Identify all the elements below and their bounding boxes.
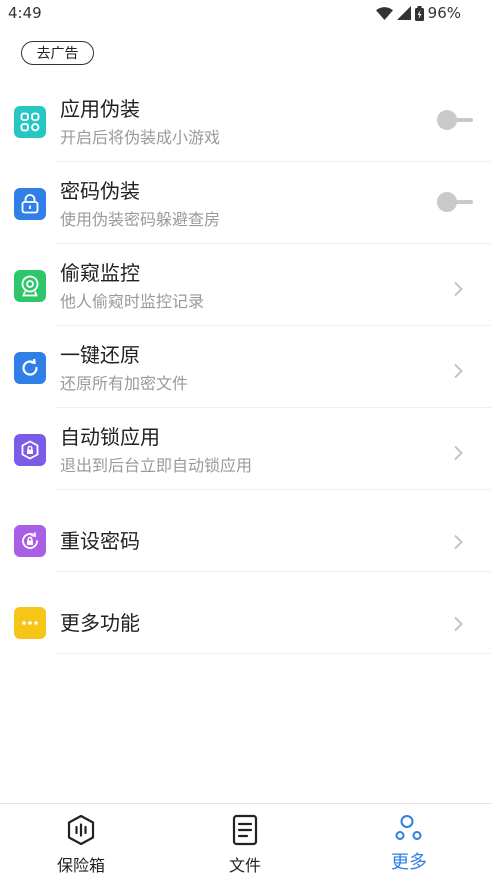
menu-item-peek-monitor[interactable]: 偷窥监控 他人偷窥时监控记录 bbox=[0, 244, 491, 326]
lock-icon bbox=[14, 188, 46, 220]
apps-grid-icon bbox=[14, 106, 46, 138]
menu-item-title: 重设密码 bbox=[60, 529, 140, 553]
chevron-right-icon bbox=[453, 445, 463, 465]
chevron-right-icon bbox=[453, 363, 463, 383]
chevron-right-icon bbox=[453, 281, 463, 301]
feature-menu-list: 应用伪装 开启后将伪装成小游戏 密码伪装 使用伪装密码躲避查房 偷窥监控 他人偷… bbox=[0, 80, 491, 654]
menu-item-title: 应用伪装 bbox=[60, 97, 140, 121]
menu-item-reset-password[interactable]: 重设密码 bbox=[0, 490, 491, 572]
battery-icon bbox=[414, 5, 424, 21]
refresh-icon bbox=[14, 352, 46, 384]
menu-item-one-click-restore[interactable]: 一键还原 还原所有加密文件 bbox=[0, 326, 491, 408]
signal-icon bbox=[396, 6, 411, 20]
menu-item-title: 偷窥监控 bbox=[60, 261, 140, 285]
app-disguise-toggle[interactable] bbox=[437, 110, 473, 130]
nav-tab-label: 文件 bbox=[228, 856, 261, 875]
divider bbox=[56, 653, 491, 654]
password-disguise-toggle[interactable] bbox=[437, 192, 473, 212]
battery-percentage: 96% bbox=[427, 4, 461, 22]
safe-box-icon bbox=[66, 814, 96, 850]
nav-tab-more[interactable]: 更多 bbox=[359, 804, 459, 874]
menu-item-title: 一键还原 bbox=[60, 343, 140, 367]
bottom-navigation: 保险箱 文件 更多 bbox=[0, 803, 491, 875]
reset-password-icon bbox=[14, 525, 46, 557]
chevron-right-icon bbox=[453, 616, 463, 636]
menu-item-subtitle: 他人偷窥时监控记录 bbox=[60, 292, 205, 311]
menu-item-password-disguise[interactable]: 密码伪装 使用伪装密码躲避查房 bbox=[0, 162, 491, 244]
wifi-icon bbox=[375, 6, 393, 20]
status-indicators: 96% bbox=[375, 4, 461, 22]
menu-item-more-features[interactable]: 更多功能 bbox=[0, 572, 491, 654]
chevron-right-icon bbox=[453, 534, 463, 554]
nav-tab-safe-box[interactable]: 保险箱 bbox=[31, 804, 131, 875]
webcam-icon bbox=[14, 270, 46, 302]
menu-item-app-disguise[interactable]: 应用伪装 开启后将伪装成小游戏 bbox=[0, 80, 491, 162]
document-icon bbox=[232, 814, 258, 850]
status-time: 4:49 bbox=[8, 4, 42, 22]
more-nodes-icon bbox=[395, 814, 423, 846]
menu-item-auto-lock-apps[interactable]: 自动锁应用 退出到后台立即自动锁应用 bbox=[0, 408, 491, 490]
toggle-knob bbox=[437, 192, 457, 212]
menu-item-title: 自动锁应用 bbox=[60, 425, 160, 449]
nav-tab-label: 保险箱 bbox=[56, 856, 105, 875]
menu-item-subtitle: 开启后将伪装成小游戏 bbox=[60, 128, 221, 147]
more-dots-icon bbox=[14, 607, 46, 639]
menu-item-subtitle: 使用伪装密码躲避查房 bbox=[60, 210, 221, 229]
toggle-knob bbox=[437, 110, 457, 130]
status-bar: 4:49 96% bbox=[0, 0, 491, 28]
menu-item-subtitle: 还原所有加密文件 bbox=[60, 374, 189, 393]
menu-item-title: 密码伪装 bbox=[60, 179, 140, 203]
menu-item-title: 更多功能 bbox=[60, 611, 140, 635]
remove-ads-button[interactable]: 去广告 bbox=[21, 41, 94, 65]
shield-lock-icon bbox=[14, 434, 46, 466]
nav-tab-label: 更多 bbox=[391, 852, 427, 873]
menu-item-subtitle: 退出到后台立即自动锁应用 bbox=[60, 456, 253, 475]
nav-tab-files[interactable]: 文件 bbox=[195, 804, 295, 875]
